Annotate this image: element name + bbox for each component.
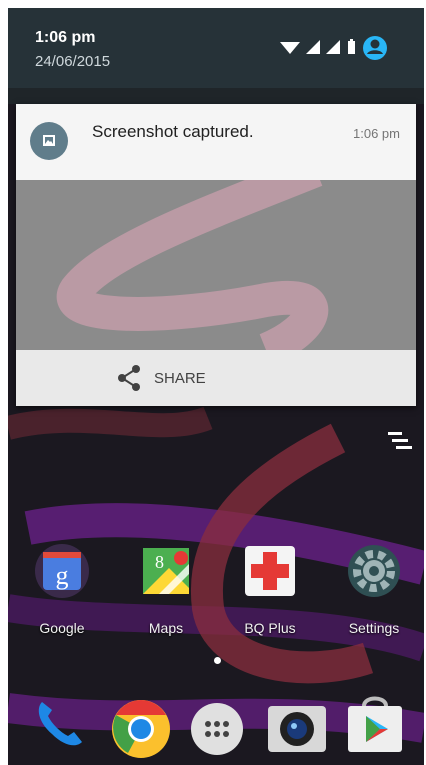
bq-plus-icon [245, 546, 295, 596]
battery-icon [348, 39, 355, 54]
screenshot-preview[interactable] [16, 180, 416, 350]
status-icons [280, 36, 387, 60]
google-search-icon: g [35, 544, 89, 598]
wifi-icon [280, 42, 300, 54]
notification-actions: SHARE [16, 350, 416, 406]
play-store-icon[interactable] [344, 692, 406, 754]
svg-text:g: g [56, 561, 69, 590]
maps-icon: 8 [143, 548, 189, 594]
share-button[interactable]: SHARE [110, 362, 220, 394]
gear-icon [348, 545, 400, 597]
share-icon [118, 365, 140, 391]
dismiss-all-icon[interactable] [386, 428, 414, 456]
app-label-maps: Maps [148, 620, 184, 636]
app-drawer-icon[interactable] [186, 698, 248, 760]
notification-header[interactable]: Screenshot captured. 1:06 pm [16, 104, 416, 180]
app-label-google: Google [39, 620, 85, 636]
app-google[interactable]: g Google [22, 544, 102, 644]
svg-text:8: 8 [155, 552, 164, 572]
status-header: 1:06 pm 24/06/2015 [8, 8, 424, 88]
clock-time: 1:06 pm [35, 29, 96, 46]
page-indicator [214, 657, 221, 664]
phone-icon[interactable] [28, 694, 90, 756]
header-shadow [8, 88, 424, 104]
camera-icon[interactable] [266, 698, 328, 760]
phone-screen: 1:06 pm 24/06/2015 Screenshot captured. … [8, 8, 424, 765]
screenshot-preview-image [16, 180, 416, 350]
notification-title: Screenshot captured. [92, 122, 254, 141]
image-icon [43, 135, 55, 146]
notification-app-icon [30, 122, 68, 160]
notification-time: 1:06 pm [353, 126, 400, 141]
app-settings[interactable]: Settings [334, 544, 414, 644]
screenshot-notification[interactable]: Screenshot captured. 1:06 pm SHARE [16, 104, 416, 406]
share-label: SHARE [154, 370, 206, 387]
signal-icon [306, 40, 340, 54]
app-label-bq-plus: BQ Plus [244, 620, 296, 636]
app-label-settings: Settings [348, 620, 400, 636]
app-bq-plus[interactable]: BQ Plus [230, 544, 310, 644]
clock-date: 24/06/2015 [35, 53, 111, 70]
chrome-icon[interactable] [110, 698, 172, 760]
app-maps[interactable]: 8 Maps [126, 544, 206, 644]
account-icon[interactable] [363, 36, 387, 60]
